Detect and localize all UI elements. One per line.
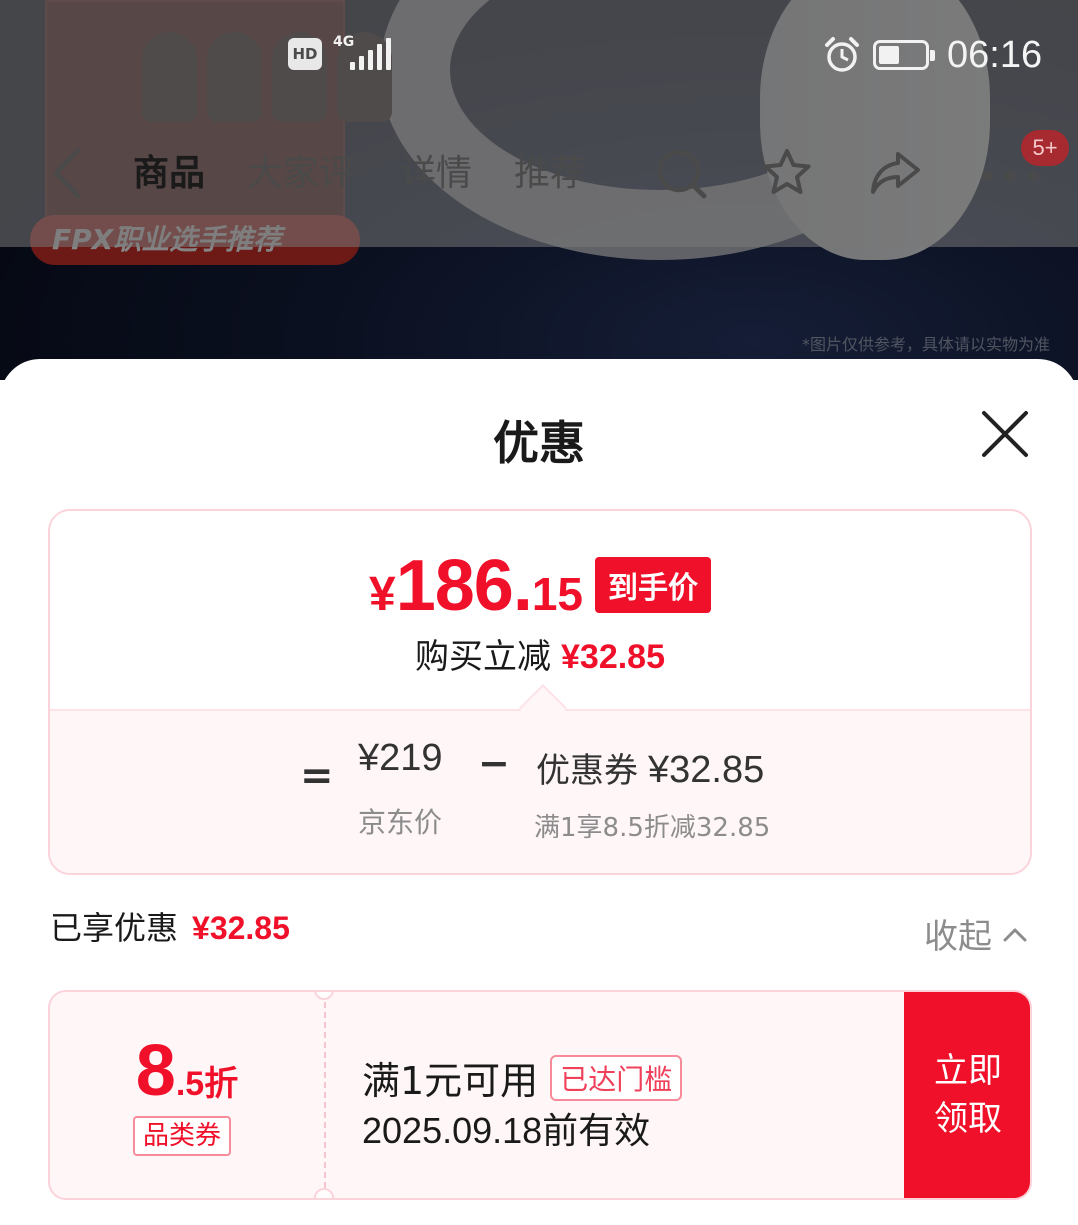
coupon-validity: 2025.09.18前有效 (362, 1110, 651, 1151)
alarm-clock-icon (825, 37, 859, 72)
coupon-card: 8.5折 品类券 满1元可用 已达门槛 2025.09.18前有效 立即 领取 (48, 990, 1032, 1200)
collapse-button[interactable]: 收起 (924, 909, 1028, 958)
jd-price-value: ¥219 (358, 737, 443, 779)
final-price: ¥186.15 到手价 (50, 545, 1030, 627)
reduction-amount: ¥32.85 (561, 638, 665, 676)
discount-integer: 8 (135, 1031, 176, 1111)
search-icon[interactable] (654, 146, 708, 200)
hd-indicator: HD (288, 38, 322, 70)
reduction-label: 购买立减 (415, 637, 551, 677)
coupon-divider (324, 992, 326, 1198)
coupon-condition: 满1元可用 已达门槛 (362, 1050, 683, 1105)
claim-coupon-button[interactable]: 立即 领取 (904, 992, 1030, 1198)
coupon-deduction-desc: 满1享8.5折减32.85 (534, 813, 771, 843)
coupon-deduction-amount: ¥32.85 (648, 749, 765, 791)
share-icon[interactable] (868, 146, 922, 200)
claim-line-1: 立即 (934, 1051, 1002, 1091)
price-breakdown: = ¥219 京东价 − 优惠券 ¥32.85 满1享8.5折减32.85 (50, 709, 1030, 873)
coupon-deduction-label: 优惠券 (536, 751, 638, 791)
status-bar: HD 4G 06:16 (0, 0, 1078, 110)
discount-rest: .5折 (175, 1065, 239, 1103)
enjoyed-label: 已享优惠 (50, 909, 179, 947)
equals-sign: = (300, 753, 334, 799)
final-price-card: ¥186.15 到手价 购买立减 ¥32.85 = ¥219 京东价 − 优惠券 ¥3… (48, 509, 1032, 875)
jd-price-label: 京东价 (358, 806, 443, 839)
collapse-label: 收起 (924, 917, 992, 957)
chevron-up-icon (1003, 928, 1027, 941)
coupon-discount: 8.5折 (50, 1030, 324, 1112)
close-icon[interactable] (978, 407, 1032, 461)
signal-strength-icon (350, 38, 391, 70)
price-currency: ¥ (368, 568, 396, 621)
claim-line-2: 领取 (934, 1099, 1002, 1139)
final-price-tag: 到手价 (595, 557, 711, 613)
message-count-badge: 5+ (1021, 130, 1069, 166)
price-decimal: 15 (531, 568, 583, 620)
enjoyed-amount: ¥32.85 (192, 910, 290, 946)
minus-sign: − (478, 741, 510, 785)
tab-details[interactable]: 详情 (400, 152, 472, 196)
tab-product[interactable]: 商品 (133, 152, 205, 196)
battery-level (879, 46, 899, 64)
product-nav-bar: 商品 大家评 详情 推荐 (0, 130, 1078, 220)
category-coupon-tag: 品类券 (133, 1116, 232, 1156)
coupon-condition-text: 满1元可用 (362, 1059, 539, 1103)
back-icon[interactable] (46, 144, 86, 202)
price-integer: 186. (395, 546, 533, 626)
sheet-title: 优惠 (493, 416, 585, 470)
instant-reduction: 购买立减 ¥32.85 (50, 629, 1030, 678)
tab-reviews[interactable]: 大家评 (247, 152, 355, 196)
coupon-deduction: 优惠券 ¥32.85 (536, 743, 764, 792)
top-header: HD 4G 06:16 商品 大家评 详情 推荐 (0, 0, 1078, 247)
threshold-reached-tag: 已达门槛 (550, 1054, 683, 1101)
star-icon[interactable] (760, 146, 814, 200)
tab-recommend[interactable]: 推荐 (514, 152, 586, 196)
enjoyed-discount: 已享优惠 ¥32.85 (50, 903, 290, 949)
status-time: 06:16 (947, 34, 1043, 76)
discount-sheet: 优惠 ¥186.15 到手价 购买立减 ¥32.85 = ¥219 京东价 − 优惠… (0, 359, 1078, 1225)
battery-icon (873, 40, 935, 70)
